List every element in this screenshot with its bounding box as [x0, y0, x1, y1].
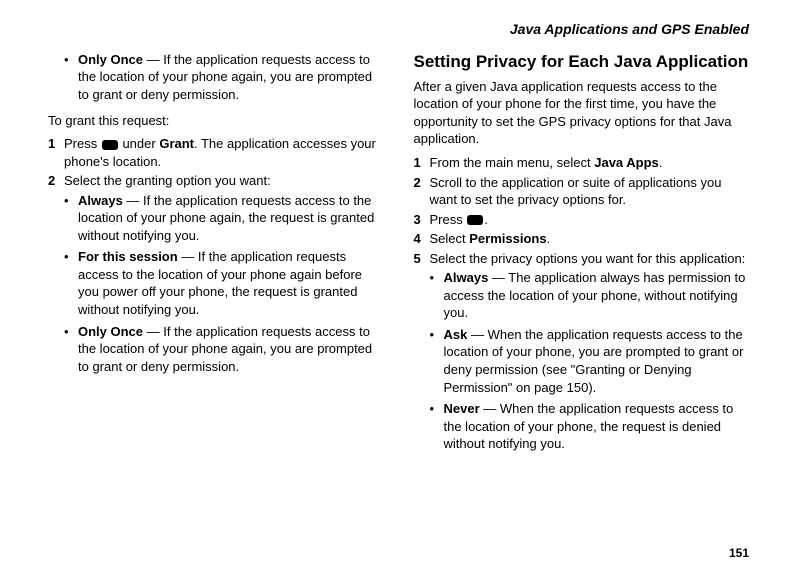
grant-intro: To grant this request: [48, 112, 384, 130]
step-1: 1 Press under Grant. The application acc… [48, 135, 384, 170]
step-text: Press under Grant. The application acces… [64, 135, 384, 170]
step-2: 2 Select the granting option you want: [48, 172, 384, 190]
left-column: • Only Once — If the application request… [48, 49, 384, 457]
bullet-bold: Never [444, 401, 480, 416]
bullet-marker: • [64, 192, 78, 245]
rstep-4: 4 Select Permissions. [414, 230, 750, 248]
step-number: 5 [414, 250, 430, 268]
content-columns: • Only Once — If the application request… [48, 49, 749, 457]
step-text: Scroll to the application or suite of ap… [430, 174, 750, 209]
step-text: From the main menu, select Java Apps. [430, 154, 663, 172]
bullet-text: For this session — If the application re… [78, 248, 384, 318]
step1-mid: under [119, 136, 159, 151]
r-bullet-ask: • Ask — When the application requests ac… [430, 326, 750, 396]
step-text: Press . [430, 211, 488, 229]
page-number: 151 [729, 545, 749, 561]
step-number: 1 [48, 135, 64, 170]
bullet-marker: • [430, 326, 444, 396]
rstep-2: 2 Scroll to the application or suite of … [414, 174, 750, 209]
step-text: Select the granting option you want: [64, 172, 271, 190]
s4-bold: Permissions [469, 231, 546, 246]
step-number: 2 [414, 174, 430, 209]
bullet-text: Always — If the application requests acc… [78, 192, 384, 245]
right-column: Setting Privacy for Each Java Applicatio… [414, 49, 750, 457]
bullet-marker: • [430, 400, 444, 453]
bullet-rest: — When the application requests access t… [444, 401, 734, 451]
bullet-text: Always — The application always has perm… [444, 269, 750, 322]
step-text: Select the privacy options you want for … [430, 250, 746, 268]
s4-post: . [547, 231, 551, 246]
section-para: After a given Java application requests … [414, 78, 750, 148]
rstep-3: 3 Press . [414, 211, 750, 229]
bullet-marker: • [64, 51, 78, 104]
r-bullet-always: • Always — The application always has pe… [430, 269, 750, 322]
step-number: 3 [414, 211, 430, 229]
step-text: Select Permissions. [430, 230, 551, 248]
bullet-bold: Always [78, 193, 123, 208]
step-number: 2 [48, 172, 64, 190]
s3-post: . [484, 212, 488, 227]
bullet-text: Only Once — If the application requests … [78, 51, 384, 104]
bullet-text: Only Once — If the application requests … [78, 323, 384, 376]
rstep-1: 1 From the main menu, select Java Apps. [414, 154, 750, 172]
step1-pre: Press [64, 136, 101, 151]
softkey-icon [102, 140, 118, 150]
bullet-marker: • [64, 323, 78, 376]
bullet-bold: Ask [444, 327, 468, 342]
bullet-only-once: • Only Once — If the application request… [64, 51, 384, 104]
bullet-bold: Only Once [78, 52, 143, 67]
s1-bold: Java Apps [594, 155, 659, 170]
s1-post: . [659, 155, 663, 170]
bullet-rest: — When the application requests access t… [444, 327, 744, 395]
step1-bold: Grant [159, 136, 194, 151]
bullet-marker: • [64, 248, 78, 318]
s3-pre: Press [430, 212, 467, 227]
bullet-rest: — If the application requests access to … [78, 193, 374, 243]
bullet-text: Ask — When the application requests acce… [444, 326, 750, 396]
sub-bullet-once: • Only Once — If the application request… [64, 323, 384, 376]
s1-pre: From the main menu, select [430, 155, 595, 170]
rstep-5: 5 Select the privacy options you want fo… [414, 250, 750, 268]
step-number: 4 [414, 230, 430, 248]
bullet-bold: Always [444, 270, 489, 285]
sub-bullet-always: • Always — If the application requests a… [64, 192, 384, 245]
r-bullet-never: • Never — When the application requests … [430, 400, 750, 453]
bullet-text: Never — When the application requests ac… [444, 400, 750, 453]
section-heading: Setting Privacy for Each Java Applicatio… [414, 51, 750, 74]
page-header: Java Applications and GPS Enabled [48, 20, 749, 39]
s4-pre: Select [430, 231, 470, 246]
bullet-marker: • [430, 269, 444, 322]
menu-key-icon [467, 215, 483, 225]
bullet-bold: Only Once [78, 324, 143, 339]
step-number: 1 [414, 154, 430, 172]
bullet-bold: For this session [78, 249, 178, 264]
sub-bullet-session: • For this session — If the application … [64, 248, 384, 318]
bullet-rest: — The application always has permission … [444, 270, 746, 320]
